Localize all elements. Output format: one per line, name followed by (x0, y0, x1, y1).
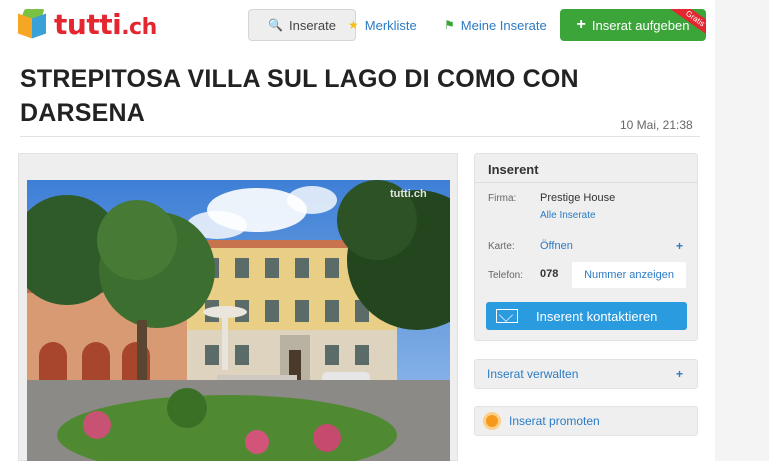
photo-watermark: tutti.ch (390, 188, 427, 200)
verwalten-expand-icon: + (676, 367, 684, 381)
nav-inserate-label: Inserate (288, 17, 336, 33)
nummer-anzeigen-button[interactable]: Nummer anzeigen (572, 262, 686, 288)
karte-label: Karte: (488, 241, 515, 252)
inserent-kontaktieren-button[interactable]: Inserent kontaktieren (486, 302, 687, 330)
inserat-aufgeben-label: Inserat aufgeben (591, 17, 690, 33)
listing-title: STREPITOSA VILLA SUL LAGO DI COMO CON DA… (20, 65, 579, 127)
inserat-verwalten-label: Inserat verwalten (487, 367, 579, 381)
envelope-icon (496, 309, 518, 323)
karte-expand-icon[interactable]: + (676, 239, 683, 253)
nav-merkliste-link[interactable]: ★ Merkliste (348, 9, 428, 41)
search-icon: 🔍 (268, 18, 283, 32)
tag-icon: ⚑ (444, 18, 455, 32)
telefon-label: Telefon: (488, 270, 524, 281)
firma-value: Prestige House (540, 192, 616, 204)
alle-inserate-link[interactable]: Alle Inserate (540, 210, 596, 221)
cube-logo-icon (18, 8, 48, 40)
inserat-promoten-button[interactable]: Inserat promoten (474, 406, 698, 436)
nav-merkliste-label: Merkliste (364, 17, 417, 33)
star-icon: ★ (348, 18, 359, 32)
nav-meine-inserate-link[interactable]: ⚑ Meine Inserate (444, 9, 554, 41)
inserat-verwalten-button[interactable]: Inserat verwalten + (474, 359, 698, 389)
title-divider (20, 136, 700, 137)
right-gutter (715, 0, 769, 461)
tutti-logo[interactable]: tutti.ch (18, 6, 157, 42)
inserent-heading: Inserent (488, 162, 539, 177)
firma-label: Firma: (488, 193, 517, 204)
karte-open-link[interactable]: Öffnen (540, 240, 573, 252)
inserat-aufgeben-button[interactable]: + Inserat aufgeben Gratis (560, 9, 706, 41)
logo-text: tutti.ch (54, 7, 157, 41)
promote-badge-icon (483, 412, 501, 430)
inserat-promoten-label: Inserat promoten (509, 414, 600, 428)
nummer-anzeigen-label: Nummer anzeigen (584, 269, 674, 281)
listing-photo[interactable] (27, 180, 450, 461)
inserent-kontaktieren-label: Inserent kontaktieren (536, 308, 658, 324)
telefon-prefix: 078 (540, 268, 559, 280)
nav-meine-inserate-label: Meine Inserate (460, 17, 547, 33)
plus-icon: + (576, 16, 586, 33)
listing-date: 10 Mai, 21:38 (620, 118, 693, 132)
nav-inserate-button[interactable]: 🔍 Inserate (248, 9, 356, 41)
inserent-separator (475, 182, 697, 183)
